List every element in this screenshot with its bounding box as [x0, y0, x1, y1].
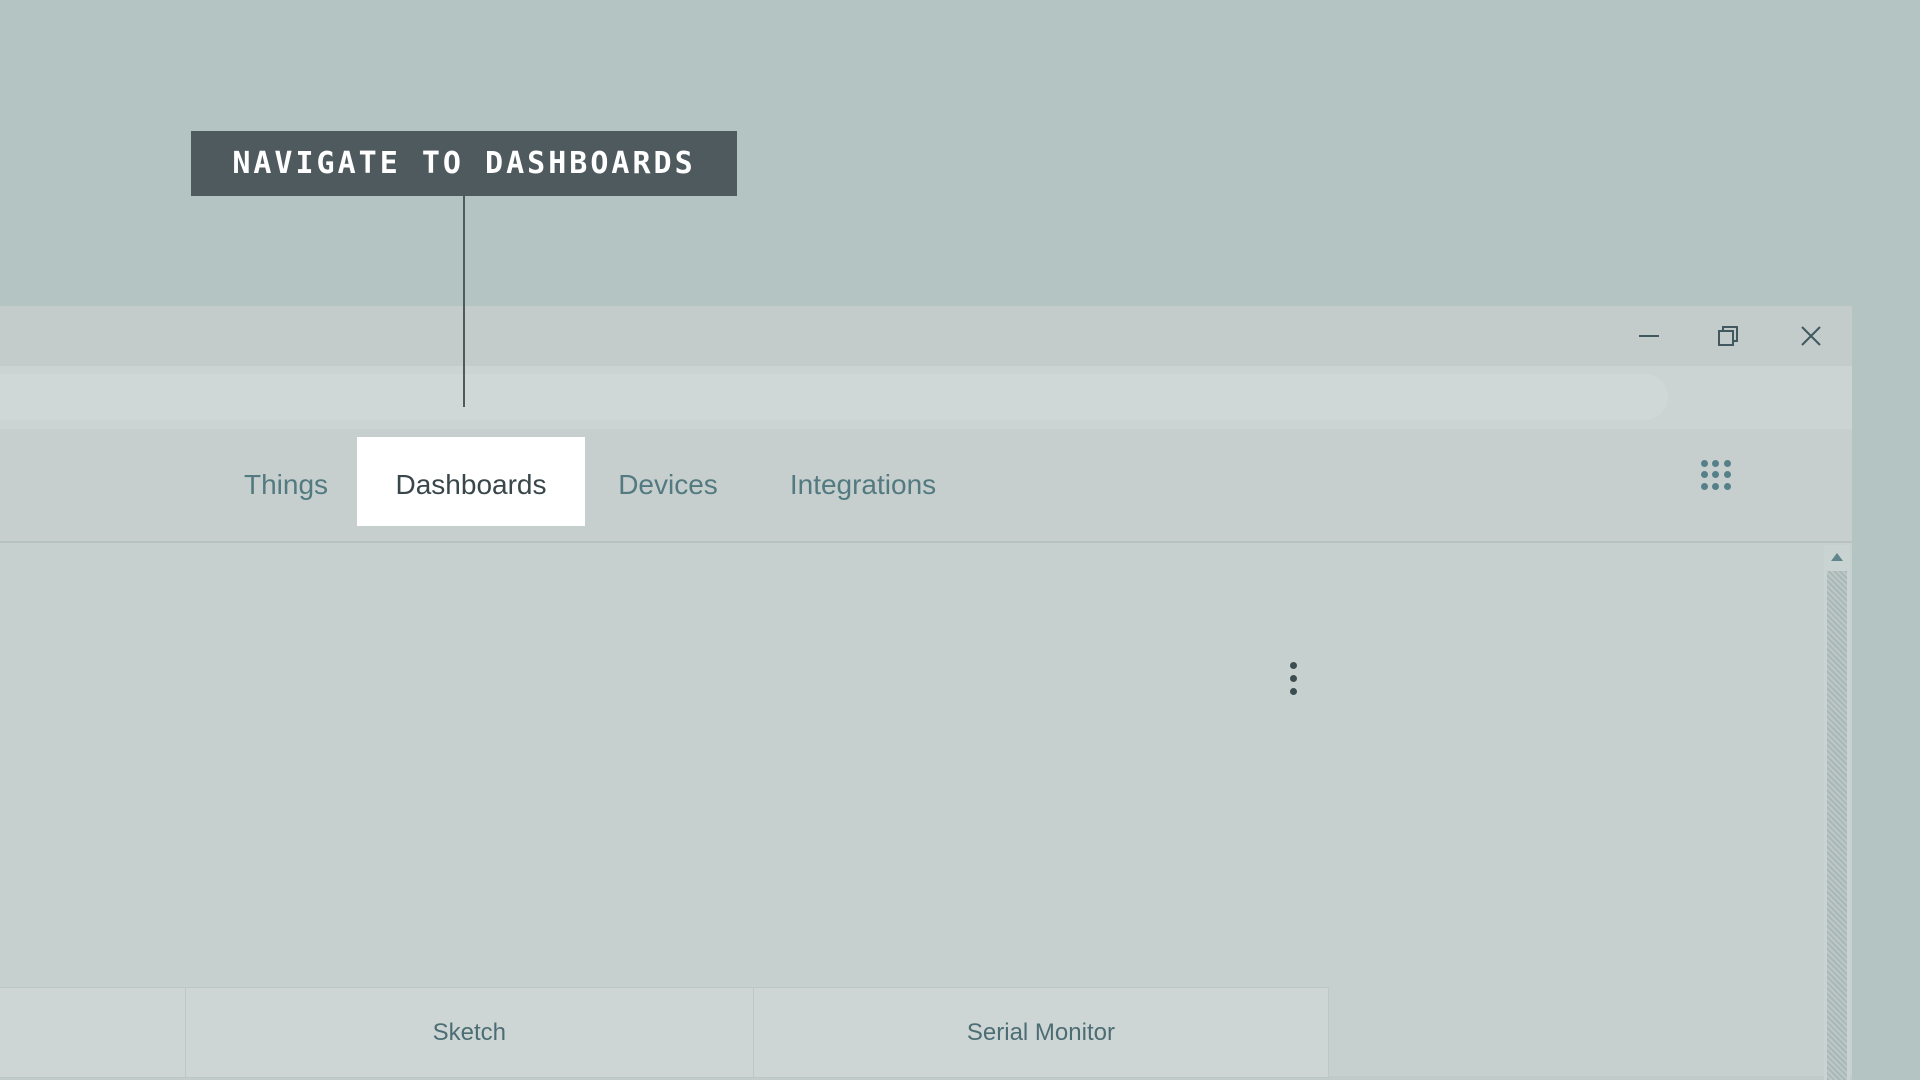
scrollbar-thumb[interactable] [1827, 571, 1847, 1080]
browser-titlebar [0, 306, 1852, 366]
app-navbar: Things Dashboards Devices Integrations [0, 429, 1852, 543]
maximize-button[interactable] [1696, 306, 1760, 366]
panel-tab-serial-monitor[interactable]: Serial Monitor [754, 988, 1329, 1077]
panel-tab-sketch[interactable]: Sketch [186, 988, 754, 1077]
nav-tab-things[interactable]: Things [244, 429, 328, 541]
minimize-button[interactable] [1617, 306, 1681, 366]
scrollbar-up-arrow-icon[interactable] [1824, 549, 1850, 565]
nav-tab-integrations[interactable]: Integrations [790, 429, 936, 541]
tutorial-callout: NAVIGATE TO DASHBOARDS [191, 131, 737, 196]
close-icon [1799, 324, 1823, 348]
panel-tab-bar: Sketch Serial Monitor [0, 987, 1329, 1078]
browser-toolbar: b-cd277ea3651f/setup ☆ [0, 366, 1852, 432]
restore-icon [1717, 325, 1739, 347]
page-scrollbar[interactable] [1824, 545, 1850, 1080]
page-content: Sketch Serial Monitor ADD Device [0, 543, 1852, 1080]
screenshot-stage: NAVIGATE TO DASHBOARDS [0, 0, 1920, 1080]
nav-tab-dashboards[interactable]: Dashboards [396, 429, 547, 541]
nav-tab-devices[interactable]: Devices [618, 429, 718, 541]
kebab-menu-icon[interactable] [1280, 655, 1306, 701]
panel-tab-blank [0, 988, 186, 1077]
close-button[interactable] [1779, 306, 1843, 366]
tutorial-callout-label: NAVIGATE TO DASHBOARDS [232, 146, 695, 181]
browser-window: b-cd277ea3651f/setup ☆ Things Dashboards… [0, 306, 1852, 1080]
apps-grid-icon[interactable] [1699, 458, 1733, 492]
address-bar[interactable] [0, 374, 1668, 420]
minimize-icon [1638, 334, 1660, 338]
tutorial-pointer-line [463, 196, 465, 407]
